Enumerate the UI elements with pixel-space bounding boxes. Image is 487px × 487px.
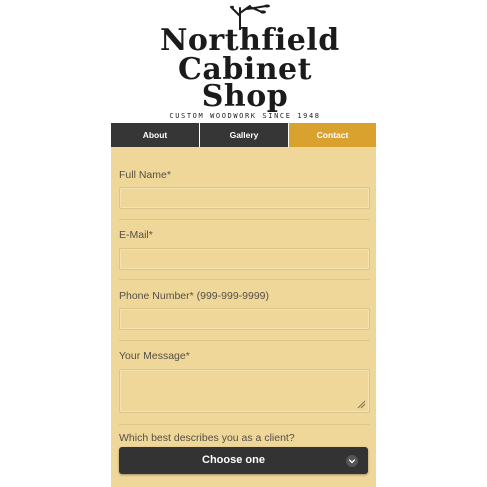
- message-textarea[interactable]: [119, 369, 370, 413]
- client-type-field: Which best describes you as a client?: [119, 433, 370, 444]
- client-type-select[interactable]: Choose one: [119, 447, 368, 474]
- message-field: Your Message*: [119, 350, 370, 413]
- main-nav: About Gallery Contact: [111, 123, 376, 147]
- divider: [119, 219, 370, 220]
- site-logo[interactable]: Northfield Cabinet Shop CUSTOM WOODWORK …: [160, 4, 339, 120]
- client-type-label: Which best describes you as a client?: [119, 432, 295, 444]
- full-name-input[interactable]: [119, 187, 370, 209]
- nav-item-contact[interactable]: Contact: [288, 123, 376, 147]
- resize-handle-icon[interactable]: [357, 400, 366, 409]
- full-name-label: Full Name*: [119, 169, 171, 181]
- logo-line-3: Shop: [201, 79, 289, 114]
- nav-item-about[interactable]: About: [111, 123, 199, 147]
- email-input[interactable]: [119, 248, 370, 270]
- phone-field: Phone Number* (999-999-9999): [119, 290, 370, 330]
- divider: [119, 279, 370, 280]
- divider: [119, 340, 370, 341]
- nav-item-gallery[interactable]: Gallery: [199, 123, 288, 147]
- logo-tagline: CUSTOM WOODWORK SINCE 1948: [169, 112, 321, 120]
- full-name-field: Full Name*: [119, 169, 370, 209]
- phone-input[interactable]: [119, 308, 370, 330]
- divider: [119, 424, 370, 425]
- contact-form: Full Name* E-Mail* Phone Number* (999-99…: [111, 147, 376, 487]
- chevron-down-icon: [346, 455, 358, 467]
- client-type-selected: Choose one: [202, 454, 265, 466]
- message-label: Your Message*: [119, 350, 190, 362]
- phone-label: Phone Number* (999-999-9999): [119, 290, 270, 302]
- email-label: E-Mail*: [119, 229, 153, 241]
- email-field: E-Mail*: [119, 229, 370, 270]
- page: Northfield Cabinet Shop CUSTOM WOODWORK …: [0, 0, 487, 487]
